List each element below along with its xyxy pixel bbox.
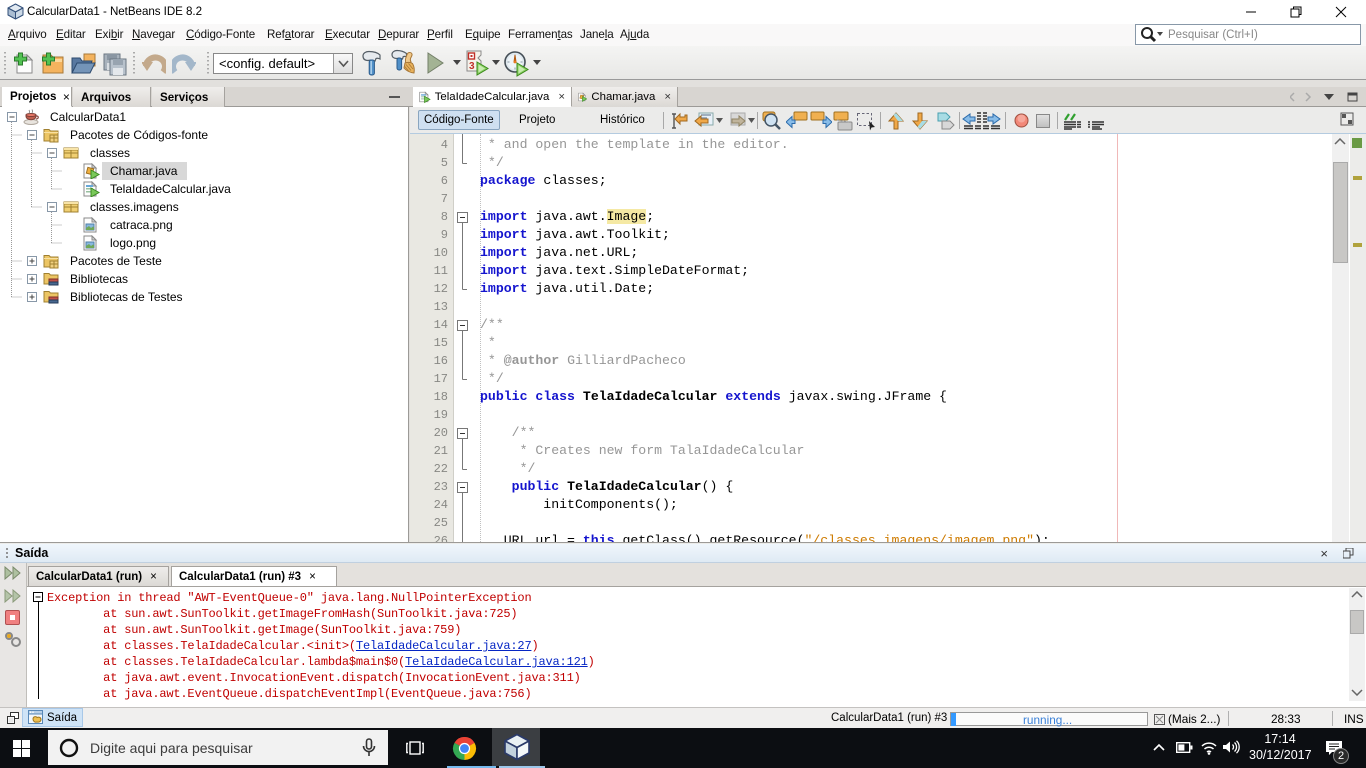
svg-text:3: 3 bbox=[469, 61, 475, 72]
